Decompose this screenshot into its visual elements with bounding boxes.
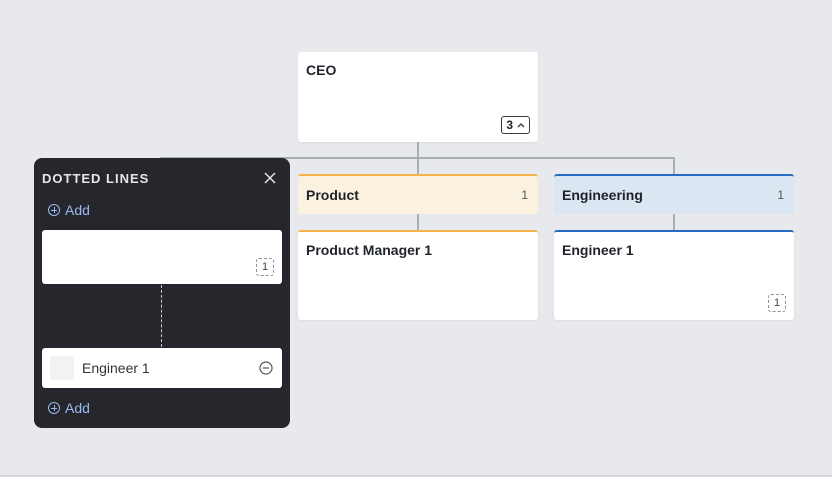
department-engineering[interactable]: Engineering 1 [554,174,794,214]
connector-root-down [417,142,419,158]
panel-title: DOTTED LINES [42,171,150,186]
manager-title: Product Manager 1 [50,240,177,256]
department-count: 1 [777,188,784,202]
children-count: 3 [506,118,513,132]
role-title: Engineer 1 [562,242,634,258]
ceo-title: CEO [306,62,337,78]
dotted-lines-panel: DOTTED LINES Add Product Manager 1 1 Eng… [34,158,290,428]
role-card-product-manager[interactable]: Product Manager 1 [298,230,538,320]
minus-circle-icon[interactable] [259,361,273,375]
plus-circle-icon [48,204,60,216]
connector-engineering-role [673,214,675,231]
add-manager-button[interactable]: Add [48,202,90,218]
connector-product-role [417,214,419,231]
dotted-connector [161,285,162,347]
headcount-badge[interactable]: 1 [768,294,786,312]
department-count: 1 [521,188,528,202]
add-report-button[interactable]: Add [48,400,90,416]
department-title: Engineering [562,187,643,203]
avatar [50,356,74,380]
add-label: Add [65,400,90,416]
expand-toggle[interactable]: 3 [501,116,530,134]
plus-circle-icon [48,402,60,414]
role-card-engineer[interactable]: Engineer 1 1 [554,230,794,320]
dotted-manager-card[interactable]: Product Manager 1 1 [42,230,282,284]
role-title: Product Manager 1 [306,242,433,258]
connector-engineering [673,157,675,175]
dotted-report-row[interactable]: Engineer 1 [42,348,282,388]
headcount-badge[interactable]: 1 [256,258,274,276]
close-icon[interactable] [264,172,276,184]
ceo-card[interactable]: CEO 3 [298,52,538,142]
chevron-up-icon [517,123,525,128]
report-name: Engineer 1 [82,360,150,376]
connector-product [417,157,419,175]
department-title: Product [306,187,359,203]
add-label: Add [65,202,90,218]
department-product[interactable]: Product 1 [298,174,538,214]
